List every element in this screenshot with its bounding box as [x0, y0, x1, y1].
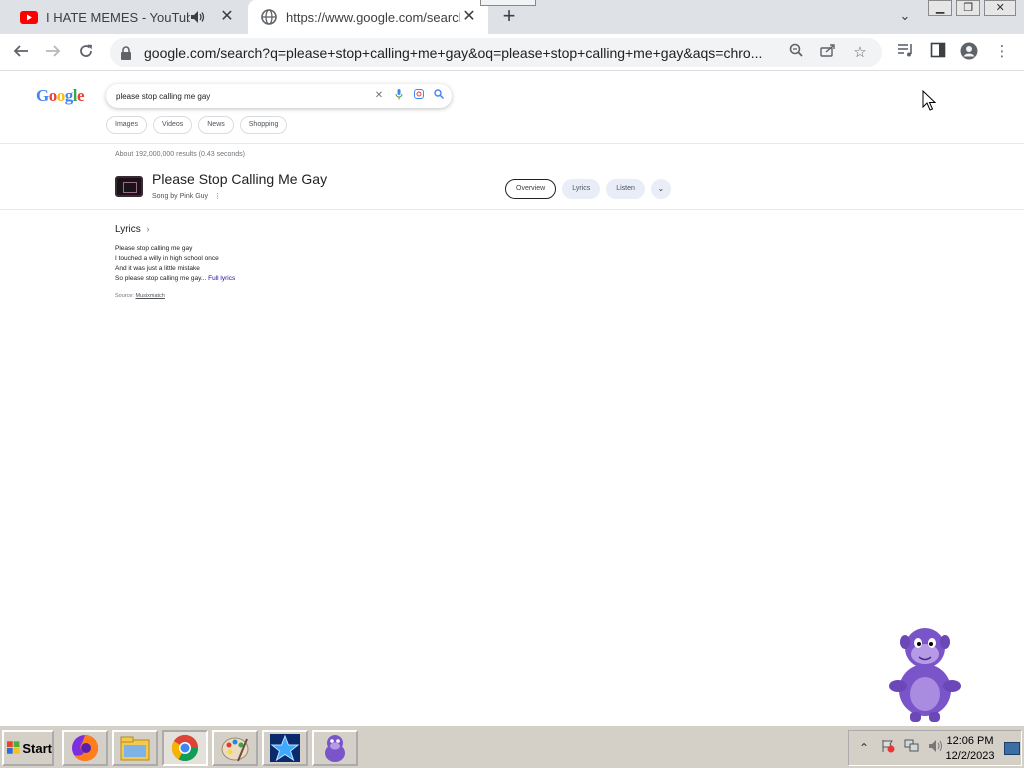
window-drag-handle[interactable] [480, 0, 536, 6]
tab-google-search[interactable]: https://www.google.com/search? ✕ [248, 0, 488, 34]
star-app-icon[interactable] [262, 730, 308, 766]
star-icon[interactable]: ☆ [850, 43, 870, 63]
tab-search-icon[interactable]: ⌄ [896, 8, 914, 26]
share-icon[interactable] [818, 43, 838, 63]
search-filters: Images Videos News Shopping [106, 116, 293, 134]
youtube-icon [20, 8, 38, 26]
paint-icon[interactable] [212, 730, 258, 766]
lyrics-source: Source: Musixmatch [115, 293, 165, 299]
source-link[interactable]: Musixmatch [136, 293, 165, 299]
profile-icon[interactable] [959, 42, 979, 62]
browser-toolbar: google.com/search?q=please+stop+calling+… [0, 34, 1024, 71]
new-tab-button[interactable]: + [498, 5, 520, 28]
search-icon[interactable] [432, 89, 446, 103]
restore-button[interactable]: ❐ [956, 0, 981, 16]
tab-title: https://www.google.com/search? [286, 9, 460, 25]
file-manager-icon[interactable] [112, 730, 158, 766]
tab-lyrics[interactable]: Lyrics [562, 179, 601, 199]
lyric-line: So please stop calling me gay... [115, 275, 207, 282]
google-logo[interactable]: Google [36, 86, 85, 106]
chrome-icon[interactable] [162, 730, 208, 766]
globe-icon [260, 8, 278, 26]
clock-time: 12:06 PM [946, 735, 994, 747]
song-thumbnail[interactable] [115, 176, 143, 197]
tab-title: I HATE MEMES - YouTube [46, 9, 190, 25]
lyric-line: And it was just a little mistake [115, 265, 200, 272]
search-box[interactable]: please stop calling me gay ✕ [106, 84, 452, 108]
firefox-icon[interactable] [62, 730, 108, 766]
knowledge-panel-tabs: Overview Lyrics Listen ⌄ [505, 179, 671, 199]
reload-icon[interactable] [75, 42, 97, 64]
speaker-icon[interactable] [190, 9, 206, 25]
tab-strip: I HATE MEMES - YouTube ✕ https://www.goo… [0, 0, 1024, 34]
chevron-down-icon[interactable]: ⌄ [650, 179, 671, 199]
lens-icon[interactable] [412, 89, 426, 103]
close-window-button[interactable]: ✕ [984, 0, 1016, 16]
lyrics-heading[interactable]: Lyrics › [115, 224, 150, 235]
panel-divider [0, 209, 1024, 210]
bonzi-icon[interactable] [312, 730, 358, 766]
chevron-right-icon: › [146, 224, 150, 234]
tab-youtube[interactable]: I HATE MEMES - YouTube ✕ [8, 0, 246, 34]
close-tab-icon[interactable]: ✕ [218, 8, 236, 26]
clear-icon[interactable]: ✕ [372, 89, 386, 103]
bonzi-buddy-character[interactable] [884, 622, 966, 724]
tab-listen[interactable]: Listen [606, 179, 645, 199]
filter-images[interactable]: Images [106, 116, 147, 134]
more-options-icon[interactable]: ⋮ [214, 193, 221, 200]
clock-date: 12/2/2023 [945, 750, 995, 762]
back-icon[interactable] [10, 42, 32, 64]
source-label: Source: [115, 293, 134, 299]
knowledge-panel-subtitle: Song by Pink Guy ⋮ [152, 192, 221, 200]
network-icon[interactable] [903, 739, 921, 757]
lyrics-snippet: Please stop calling me gay I touched a w… [115, 244, 235, 284]
sidepanel-icon[interactable] [928, 42, 948, 62]
lyric-line-last: So please stop calling me gay... Full ly… [115, 274, 235, 284]
url-text[interactable]: google.com/search?q=please+stop+calling+… [144, 45, 786, 61]
microphone-icon[interactable] [392, 89, 406, 103]
menu-icon[interactable]: ⋮ [992, 42, 1012, 62]
filter-videos[interactable]: Videos [152, 116, 193, 134]
start-button[interactable]: Start [2, 730, 54, 766]
lock-icon[interactable] [120, 45, 134, 60]
start-label: Start [22, 740, 52, 756]
tab-overview[interactable]: Overview [505, 179, 557, 199]
taskbar: Start ⌃ 12:06 PM 12/2/2023 [0, 724, 1024, 768]
windows-flag-icon [7, 741, 20, 754]
filter-shopping[interactable]: Shopping [239, 116, 288, 134]
filter-news[interactable]: News [198, 116, 234, 134]
close-tab-icon[interactable]: ✕ [460, 8, 478, 26]
full-lyrics-link[interactable]: Full lyrics [208, 275, 235, 282]
address-bar[interactable]: google.com/search?q=please+stop+calling+… [110, 38, 882, 67]
header-divider [0, 143, 1024, 144]
action-center-icon[interactable] [879, 739, 897, 757]
result-stats: About 192,000,000 results (0.43 seconds) [115, 151, 245, 158]
subtitle-text: Song by Pink Guy [152, 193, 209, 200]
lyric-line: Please stop calling me gay [115, 245, 193, 252]
show-desktop-icon[interactable] [1004, 742, 1020, 755]
forward-icon[interactable] [42, 42, 64, 64]
minimize-button[interactable]: ▁ [928, 0, 953, 16]
knowledge-panel-title: Please Stop Calling Me Gay [152, 171, 328, 187]
lyrics-heading-text: Lyrics [115, 224, 141, 235]
window-controls: ▁ ❐ ✕ [928, 0, 1020, 18]
show-hidden-icons-icon[interactable]: ⌃ [855, 739, 873, 757]
mouse-cursor-icon [922, 90, 936, 111]
google-results-page: Google please stop calling me gay ✕ Imag… [0, 72, 1024, 724]
zoom-icon[interactable] [786, 43, 806, 63]
media-icon[interactable] [896, 42, 916, 62]
search-input[interactable]: please stop calling me gay [106, 92, 372, 101]
system-clock[interactable]: 12:06 PM 12/2/2023 [940, 734, 1000, 764]
lyric-line: I touched a willy in high school once [115, 255, 219, 262]
